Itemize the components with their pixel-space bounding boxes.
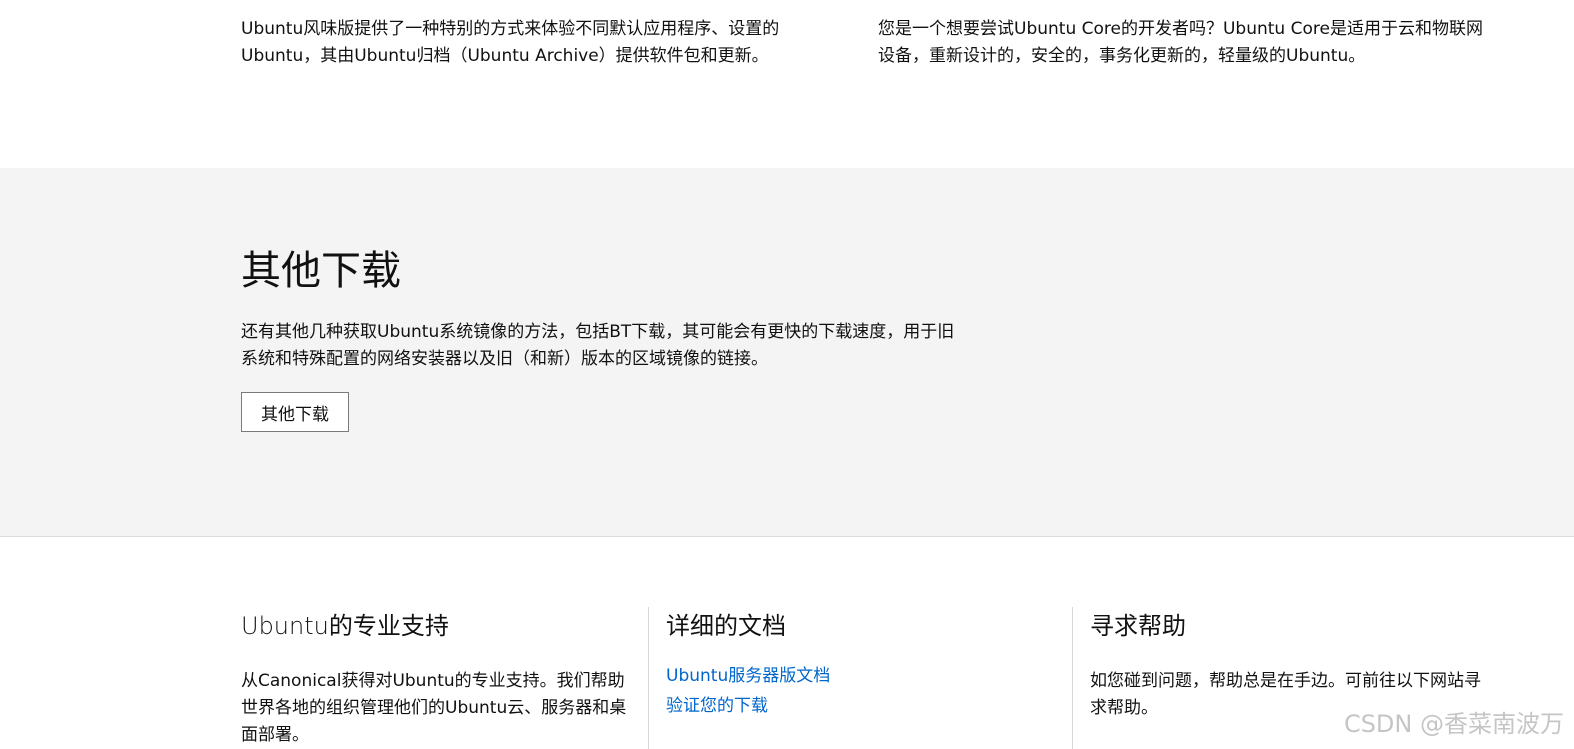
docs-title: 详细的文档 (666, 612, 786, 640)
other-downloads-description: 还有其他几种获取Ubuntu系统镜像的方法，包括BT下载，其可能会有更快的下载速… (241, 322, 955, 369)
page: Ubuntu风味版提供了一种特别的方式来体验不同默认应用程序、设置的Ubuntu… (0, 0, 1574, 749)
column-divider (648, 607, 649, 749)
support-text: 从Canonical获得对Ubuntu的专业支持。我们帮助世界各地的组织管理他们… (241, 671, 627, 745)
column-divider (1072, 607, 1073, 749)
core-description: 您是一个想要尝试Ubuntu Core的开发者吗？Ubuntu Core是适用于… (878, 19, 1483, 66)
server-docs-link[interactable]: Ubuntu服务器版文档 (666, 661, 830, 691)
flavours-description: Ubuntu风味版提供了一种特别的方式来体验不同默认应用程序、设置的Ubuntu… (241, 19, 780, 66)
support-title: Ubuntu的专业支持 (241, 612, 449, 640)
flavours-core-section: Ubuntu风味版提供了一种特别的方式来体验不同默认应用程序、设置的Ubuntu… (0, 0, 1574, 168)
verify-download-link[interactable]: 验证您的下载 (666, 691, 768, 721)
other-downloads-section: 其他下载 还有其他几种获取Ubuntu系统镜像的方法，包括BT下载，其可能会有更… (0, 168, 1574, 537)
watermark: CSDN @香菜南波万 (1343, 710, 1564, 738)
other-downloads-button[interactable]: 其他下载 (241, 392, 349, 432)
other-downloads-title: 其他下载 (241, 248, 401, 294)
footer-columns: Ubuntu的专业支持 从Canonical获得对Ubuntu的专业支持。我们帮… (0, 537, 1574, 749)
help-title: 寻求帮助 (1090, 612, 1186, 640)
